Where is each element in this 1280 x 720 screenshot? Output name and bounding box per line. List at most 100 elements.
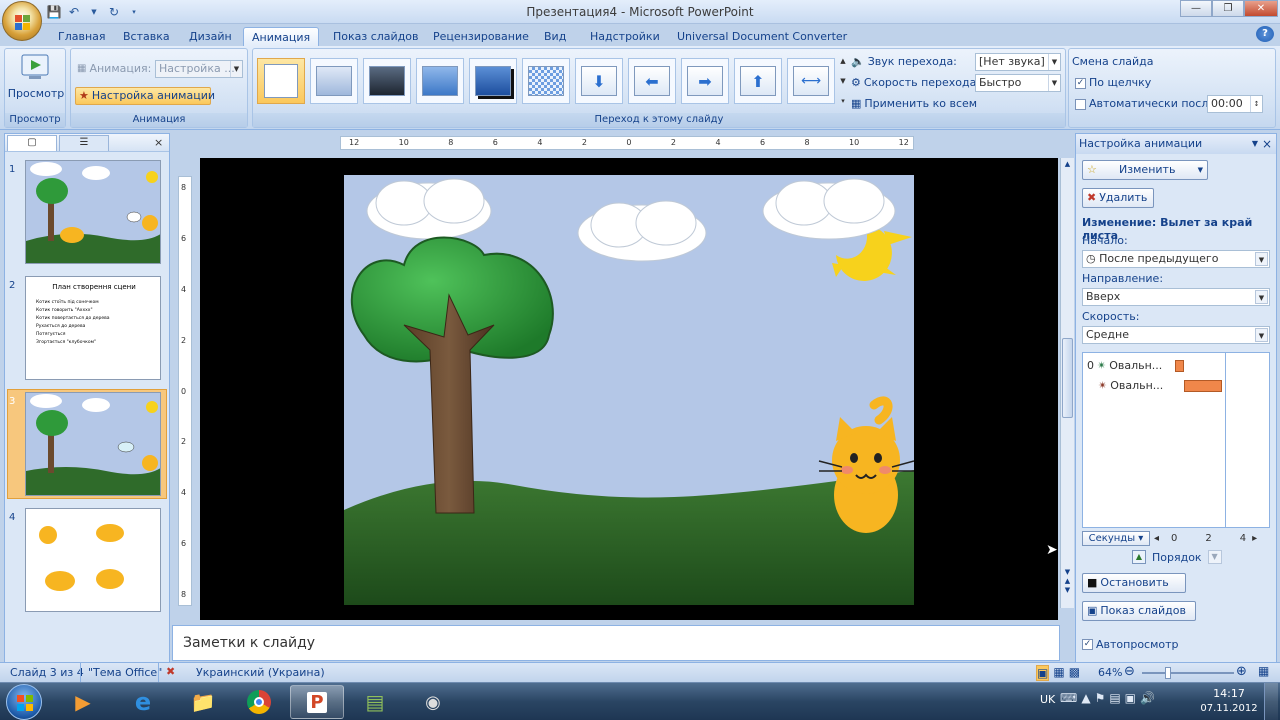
apply-to-all-button[interactable]: ▦ Применить ко всем [851, 95, 977, 113]
maximize-button[interactable]: ❐ [1212, 0, 1244, 17]
flag-icon[interactable]: ⚑ [1095, 691, 1110, 705]
zoom-slider[interactable] [1142, 672, 1234, 674]
tab-udc[interactable]: Universal Document Converter [669, 27, 855, 46]
transition-wipe-down-thumb[interactable]: ⬇ [575, 58, 623, 104]
taskbar-explorer[interactable]: 📁 [176, 685, 230, 719]
slideshow-view-icon[interactable]: ▩ [1069, 665, 1080, 681]
vertical-ruler[interactable]: 8 6 4 2 0 2 4 6 8 [178, 176, 192, 606]
autopreview-checkbox[interactable]: ✓ Автопросмотр [1082, 638, 1179, 651]
speed-combo[interactable]: Средне ▼ [1082, 326, 1270, 344]
redo-icon[interactable]: ↻ [106, 4, 122, 20]
customize-qat-icon[interactable]: ▾ [126, 4, 142, 20]
taskbar-app-green[interactable]: ▤ [348, 685, 402, 719]
slide-thumb-2[interactable]: План створення сцени Котик стоїть під со… [25, 276, 161, 380]
monitor-icon[interactable]: ▣ [1125, 691, 1140, 705]
delete-effect-button[interactable]: ✖ Удалить [1082, 188, 1154, 208]
transition-wipe-right-thumb[interactable]: ➡ [681, 58, 729, 104]
timeline-left-icon[interactable]: ◂ [1154, 533, 1159, 544]
taskbar-powerpoint[interactable]: P [290, 685, 344, 719]
taskbar-media-player[interactable]: ▶ [56, 685, 110, 719]
theme-name[interactable]: "Тема Office" [88, 666, 162, 679]
tab-outline[interactable]: ☰ [59, 135, 109, 151]
tab-design[interactable]: Дизайн [181, 27, 240, 46]
slide-scrollbar[interactable]: ▲ ▼ ▲ ▼ [1060, 158, 1074, 608]
transition-split-thumb[interactable]: ⟷ [787, 58, 835, 104]
minimize-button[interactable]: — [1180, 0, 1212, 17]
undo-dropdown-icon[interactable]: ▼ [86, 4, 102, 20]
clock-time[interactable]: 14:17 [1206, 687, 1252, 700]
zoom-in-icon[interactable]: ⊕ [1236, 664, 1247, 679]
language-indicator[interactable]: UK [1040, 693, 1055, 706]
spellcheck-icon[interactable]: ✖ [166, 665, 175, 678]
tab-slides[interactable]: ▢ [7, 135, 57, 151]
clock-date[interactable]: 07.11.2012 [1200, 703, 1258, 714]
normal-view-icon[interactable]: ▣ [1036, 665, 1050, 681]
tab-home[interactable]: Главная [50, 27, 114, 46]
transition-cut-black-thumb[interactable] [469, 58, 517, 104]
zoom-slider-thumb[interactable] [1165, 667, 1171, 679]
preview-label[interactable]: Просмотр [5, 87, 67, 100]
animation-item[interactable]: 0 ✴ Овальн... [1087, 357, 1267, 373]
gallery-scroll[interactable]: ▲ ▼ ▾ [838, 51, 848, 111]
transition-dissolve-thumb[interactable] [522, 58, 570, 104]
undo-icon[interactable]: ↶ [66, 4, 82, 20]
fit-slide-icon[interactable]: ▦ [1258, 664, 1269, 678]
taskbar-camera[interactable]: ◉ [406, 685, 460, 719]
slide-thumb-1[interactable] [25, 160, 161, 264]
office-button[interactable] [2, 1, 42, 41]
slide-sorter-icon[interactable]: ▦ [1053, 665, 1064, 681]
stop-button[interactable]: ■ Остановить [1082, 573, 1186, 593]
animation-list[interactable]: 0 ✴ Овальн... ✴ Овальн... [1082, 352, 1270, 528]
zoom-level[interactable]: 64% [1098, 666, 1122, 679]
transition-cut-thumb[interactable] [416, 58, 464, 104]
horizontal-ruler[interactable]: 12 10 8 6 4 2 0 2 4 6 8 10 12 [340, 136, 914, 150]
scroll-thumb[interactable] [1062, 338, 1073, 418]
animation-combo[interactable]: Настройка ... ▼ [155, 60, 243, 78]
tab-animation[interactable]: Анимация [243, 27, 320, 46]
tab-review[interactable]: Рецензирование [425, 27, 537, 46]
pane-menu-icon[interactable]: ▼ [1252, 134, 1258, 154]
transition-wipe-left-thumb[interactable]: ⬅ [628, 58, 676, 104]
transition-speed-combo[interactable]: Быстро ▼ [975, 74, 1061, 92]
transition-fade-black-thumb[interactable] [363, 58, 411, 104]
auto-advance-checkbox[interactable]: Автоматически после: [1075, 95, 1219, 113]
arrow-up-icon[interactable]: ▲ [1081, 691, 1094, 705]
help-icon[interactable]: ? [1256, 26, 1274, 42]
tab-addins[interactable]: Надстройки [582, 27, 668, 46]
timing-bar[interactable] [1175, 360, 1184, 372]
slide-thumb-3[interactable] [25, 392, 161, 496]
taskbar-ie[interactable]: e [116, 685, 170, 719]
transition-sound-combo[interactable]: [Нет звука] ▼ [975, 53, 1061, 71]
keyboard-icon[interactable]: ⌨ [1060, 691, 1081, 705]
direction-combo[interactable]: Вверх ▼ [1082, 288, 1270, 306]
slideshow-button[interactable]: ▣ Показ слайдов [1082, 601, 1196, 621]
transition-wipe-up-thumb[interactable]: ⬆ [734, 58, 782, 104]
start-combo[interactable]: ◷ После предыдущего ▼ [1082, 250, 1270, 268]
close-icon[interactable]: × [1262, 134, 1272, 154]
custom-animation-button[interactable]: ★ Настройка анимации [75, 87, 215, 105]
slide-canvas[interactable] [344, 175, 914, 605]
tab-slideshow[interactable]: Показ слайдов [325, 27, 427, 46]
tab-insert[interactable]: Вставка [115, 27, 178, 46]
close-pane-icon[interactable]: × [154, 136, 163, 149]
change-effect-button[interactable]: ☆ Изменить ▼ [1082, 160, 1208, 180]
tab-view[interactable]: Вид [536, 27, 574, 46]
on-click-checkbox[interactable]: ✓ По щелчку [1075, 74, 1151, 92]
scroll-up-icon[interactable]: ▲ [1062, 160, 1073, 172]
transition-none-thumb[interactable] [257, 58, 305, 104]
zoom-out-icon[interactable]: ⊖ [1124, 664, 1135, 679]
language[interactable]: Украинский (Украина) [196, 666, 325, 679]
save-icon[interactable]: 💾 [46, 4, 62, 20]
auto-advance-time[interactable]: 00:00 ↕ [1207, 95, 1263, 113]
move-down-icon[interactable]: ▼ [1207, 550, 1222, 564]
timing-bar[interactable] [1184, 380, 1222, 392]
move-up-icon[interactable]: ▲ [1132, 550, 1146, 564]
animation-item[interactable]: ✴ Овальн... [1087, 377, 1267, 393]
preview-button[interactable] [19, 53, 51, 83]
volume-icon[interactable]: 🔊 [1140, 691, 1159, 705]
slide-thumb-4[interactable] [25, 508, 161, 612]
scroll-down-icon[interactable]: ▼ ▲ ▼ [1062, 568, 1073, 595]
notes-pane[interactable]: Заметки к слайду [172, 625, 1060, 661]
transition-fade-smooth-thumb[interactable] [310, 58, 358, 104]
timeline-right-icon[interactable]: ▸ [1252, 533, 1257, 544]
